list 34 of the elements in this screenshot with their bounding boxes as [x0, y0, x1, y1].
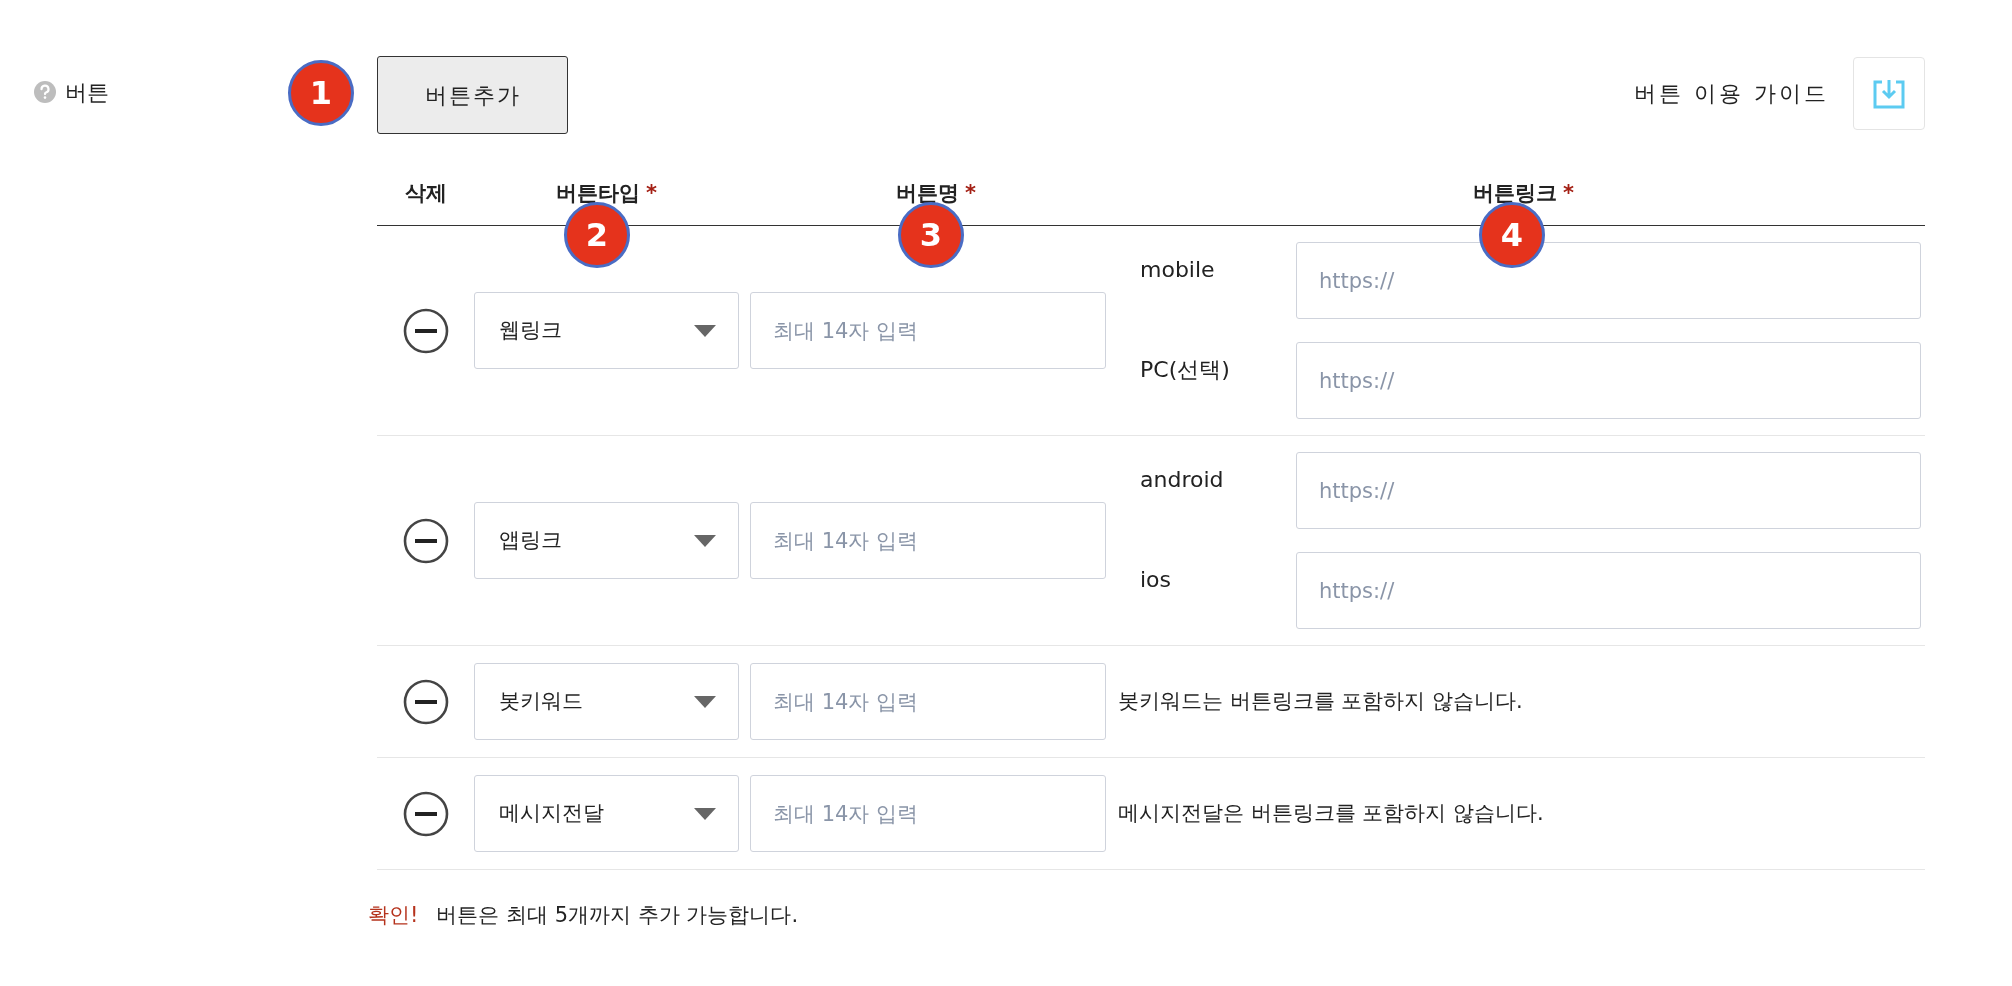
text-field[interactable]: 최대 14자 입력: [750, 502, 1106, 579]
remove-icon[interactable]: [402, 790, 449, 837]
link-label: PC(선택): [1140, 356, 1231, 384]
type-dropdown[interactable]: 봇키워드: [474, 663, 739, 740]
caret-icon: [694, 807, 716, 820]
caret-icon: [694, 534, 716, 547]
text-field[interactable]: 최대 14자 입력: [750, 292, 1106, 369]
alert-label: 확인!: [368, 902, 419, 929]
guide-label: 버튼 이용 가이드: [1634, 80, 1829, 108]
footer-note: 버튼은 최대 5개까지 추가 가능합니다.: [436, 902, 799, 929]
type-dropdown[interactable]: 앱링크: [474, 502, 739, 579]
text-field[interactable]: https://: [1296, 452, 1921, 529]
link-label: ios: [1140, 566, 1173, 594]
caret-icon: [694, 695, 716, 708]
text-field[interactable]: https://: [1296, 342, 1921, 419]
text-field[interactable]: 최대 14자 입력: [750, 775, 1106, 852]
field-label: 버튼: [65, 79, 109, 107]
download-icon: [1872, 77, 1906, 110]
add-button[interactable]: 버튼추가: [377, 56, 568, 134]
caret-icon: [694, 324, 716, 337]
remove-icon[interactable]: [402, 307, 449, 354]
column-header: 삭제: [404, 179, 447, 207]
link-note: 봇키워드는 버튼링크를 포함하지 않습니다.: [1118, 687, 1523, 715]
link-note: 메시지전달은 버튼링크를 포함하지 않습니다.: [1118, 799, 1544, 827]
help-icon: [33, 80, 57, 104]
type-dropdown[interactable]: 웹링크: [474, 292, 739, 369]
link-label: mobile: [1140, 256, 1216, 284]
link-label: android: [1140, 466, 1225, 494]
text-field[interactable]: https://: [1296, 552, 1921, 629]
remove-icon[interactable]: [402, 678, 449, 725]
text-field[interactable]: 최대 14자 입력: [750, 663, 1106, 740]
step-badge: 1: [288, 60, 354, 126]
remove-icon[interactable]: [402, 517, 449, 564]
type-dropdown[interactable]: 메시지전달: [474, 775, 739, 852]
